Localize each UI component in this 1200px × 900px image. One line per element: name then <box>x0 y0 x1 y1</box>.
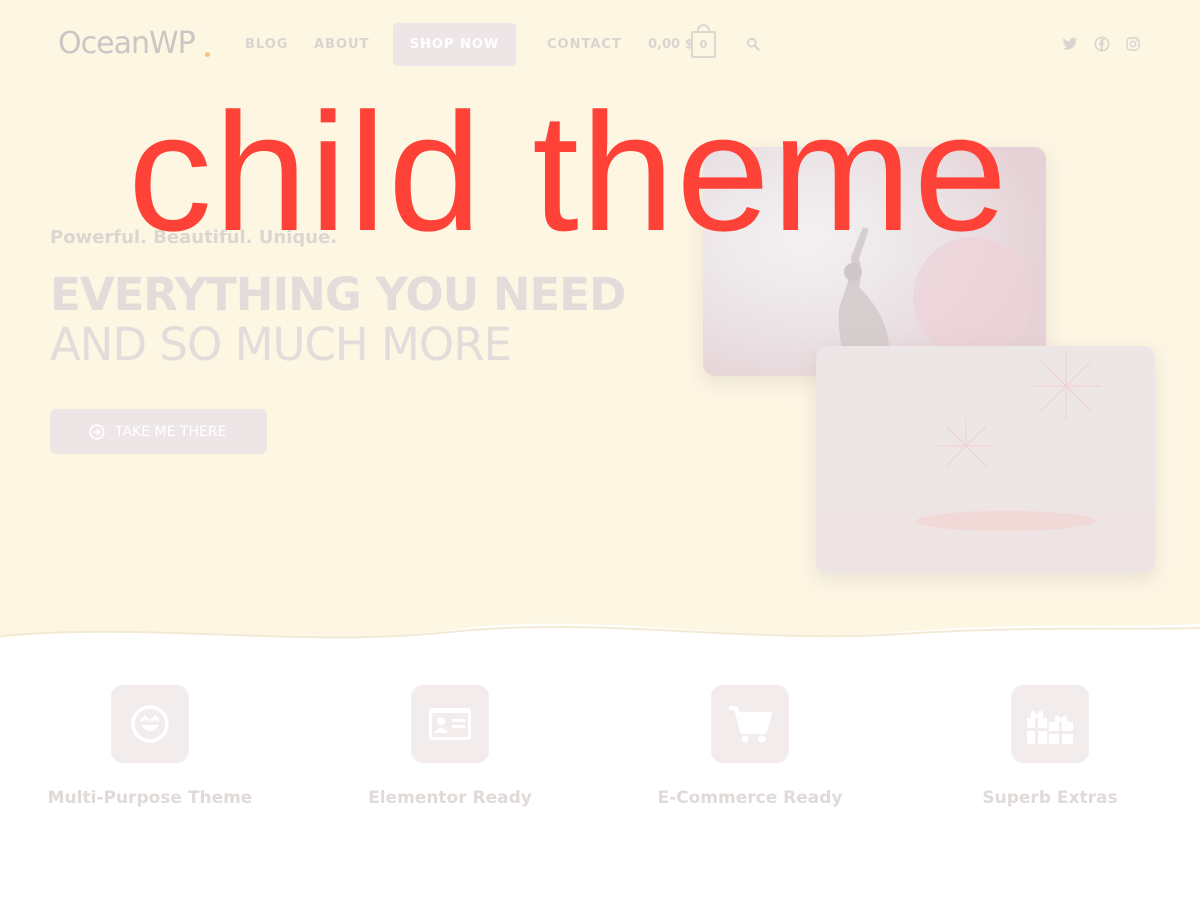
nav-blog[interactable]: BLOG <box>245 37 288 52</box>
id-card-icon <box>411 685 489 763</box>
feature-ecommerce: E-Commerce Ready <box>640 685 860 808</box>
shop-now-button[interactable]: SHOP NOW <box>393 23 516 66</box>
twitter-icon[interactable] <box>1062 36 1078 52</box>
hero-image-fireworks <box>816 346 1155 573</box>
cart-icon <box>711 685 789 763</box>
feature-label: Superb Extras <box>982 788 1118 808</box>
feature-label: Multi-Purpose Theme <box>47 788 253 808</box>
feature-label: E-Commerce Ready <box>657 788 843 808</box>
nav-about[interactable]: ABOUT <box>314 37 369 52</box>
feature-extras: Superb Extras <box>940 685 1160 808</box>
facebook-icon[interactable] <box>1094 36 1110 52</box>
logo-dot <box>205 52 210 57</box>
feature-label: Elementor Ready <box>368 788 532 808</box>
site-logo[interactable]: OceanWP <box>58 26 196 61</box>
take-me-there-button[interactable]: TAKE ME THERE <box>50 409 267 454</box>
feature-multi-purpose: Multi-Purpose Theme <box>40 685 260 808</box>
instagram-icon[interactable] <box>1125 36 1141 52</box>
child-theme-overlay: child theme <box>128 78 1010 266</box>
hero-headline-bold: EVERYTHING YOU NEED <box>50 268 626 321</box>
cart-count[interactable]: 0 <box>691 31 716 58</box>
cta-label: TAKE ME THERE <box>115 423 227 440</box>
smiley-icon <box>111 685 189 763</box>
feature-elementor: Elementor Ready <box>340 685 560 808</box>
nav-contact[interactable]: CONTACT <box>547 37 622 52</box>
arrow-circle-icon <box>89 423 105 440</box>
hero-headline-light: AND SO MUCH MORE <box>50 318 512 371</box>
search-icon[interactable] <box>746 37 760 51</box>
wave-divider <box>0 623 1200 670</box>
gift-icon <box>1011 685 1089 763</box>
cart-total[interactable]: 0,00 $ <box>648 37 694 52</box>
